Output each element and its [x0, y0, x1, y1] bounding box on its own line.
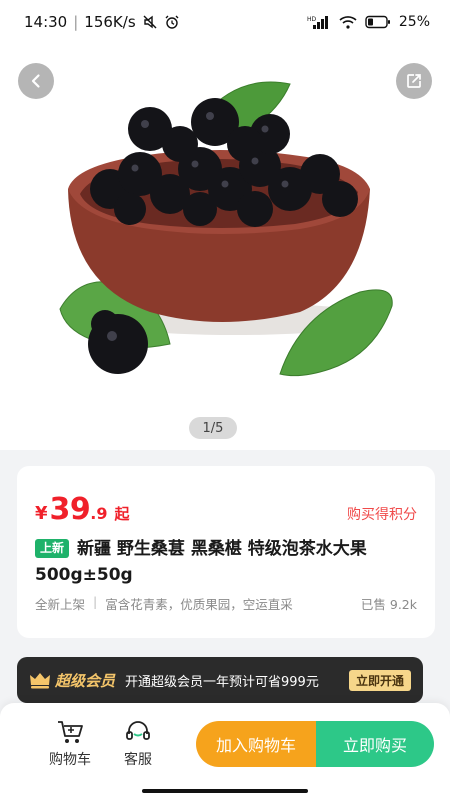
product-image-carousel[interactable]: 1/5	[0, 44, 450, 450]
cart-label: 购物车	[49, 752, 91, 768]
image-pager: 1/5	[189, 417, 237, 439]
crown-icon	[29, 671, 51, 689]
cart-icon	[56, 719, 84, 745]
cart-button[interactable]: 购物车	[40, 719, 100, 769]
alarm-icon	[164, 14, 180, 30]
sold-count: 已售 9.2k	[360, 597, 417, 612]
wifi-icon	[339, 15, 357, 29]
meta-status: 全新上架	[35, 597, 86, 612]
battery-icon	[365, 15, 391, 29]
share-icon	[405, 72, 423, 90]
service-label: 客服	[124, 752, 152, 768]
status-left: 14:30 | 156K/s	[24, 13, 180, 31]
status-time: 14:30	[24, 13, 68, 31]
chevron-left-icon	[28, 73, 44, 89]
price-row: ¥ 39 .9 起 购买得积分	[35, 492, 417, 527]
purchase-actions: 加入购物车 立即购买	[196, 721, 434, 767]
add-to-cart-button[interactable]: 加入购物车	[196, 721, 316, 767]
bottom-action-bar: 购物车 客服 加入购物车 立即购买	[0, 703, 450, 800]
status-right: HD 25%	[307, 14, 430, 30]
product-title-block: 上新 新疆 野生桑葚 黑桑椹 特级泡茶水大果500g±50g	[35, 536, 421, 588]
product-meta: 全新上架 | 富含花青素，优质果园，空运直采 已售 9.2k	[35, 594, 417, 612]
vip-title: 超级会员	[55, 671, 116, 690]
price-currency: ¥	[35, 503, 48, 524]
price-suffix: 起	[114, 505, 130, 523]
vip-open-button[interactable]: 立即开通	[348, 669, 411, 691]
vip-text: 开通超级会员一年预计可省999元	[125, 674, 319, 690]
product-title: 新疆 野生桑葚 黑桑椹 特级泡茶水大果500g±50g	[35, 539, 367, 585]
network-label: HD	[307, 16, 317, 23]
price-integer: 39	[49, 492, 91, 527]
headset-icon	[124, 719, 152, 745]
home-indicator[interactable]	[142, 789, 308, 793]
back-button[interactable]	[18, 63, 54, 99]
meta-description: 富含花青素，优质果园，空运直采	[105, 597, 293, 612]
product-image	[59, 81, 393, 377]
price-decimal: .9	[90, 504, 108, 523]
new-badge: 上新	[35, 539, 70, 558]
buy-now-button[interactable]: 立即购买	[316, 721, 434, 767]
vip-banner[interactable]: 超级会员 开通超级会员一年预计可省999元 立即开通	[17, 657, 423, 703]
product-info-card: ¥ 39 .9 起 购买得积分 上新 新疆 野生桑葚 黑桑椹 特级泡茶水大果500…	[17, 466, 435, 638]
mute-icon	[142, 14, 158, 30]
status-bar: 14:30 | 156K/s HD 25%	[0, 0, 450, 44]
signal-icon: HD	[307, 15, 331, 29]
share-button[interactable]	[396, 63, 432, 99]
battery-percent: 25%	[398, 14, 430, 30]
customer-service-button[interactable]: 客服	[108, 719, 168, 769]
points-label[interactable]: 购买得积分	[347, 504, 417, 524]
status-net-speed: 156K/s	[84, 13, 136, 31]
